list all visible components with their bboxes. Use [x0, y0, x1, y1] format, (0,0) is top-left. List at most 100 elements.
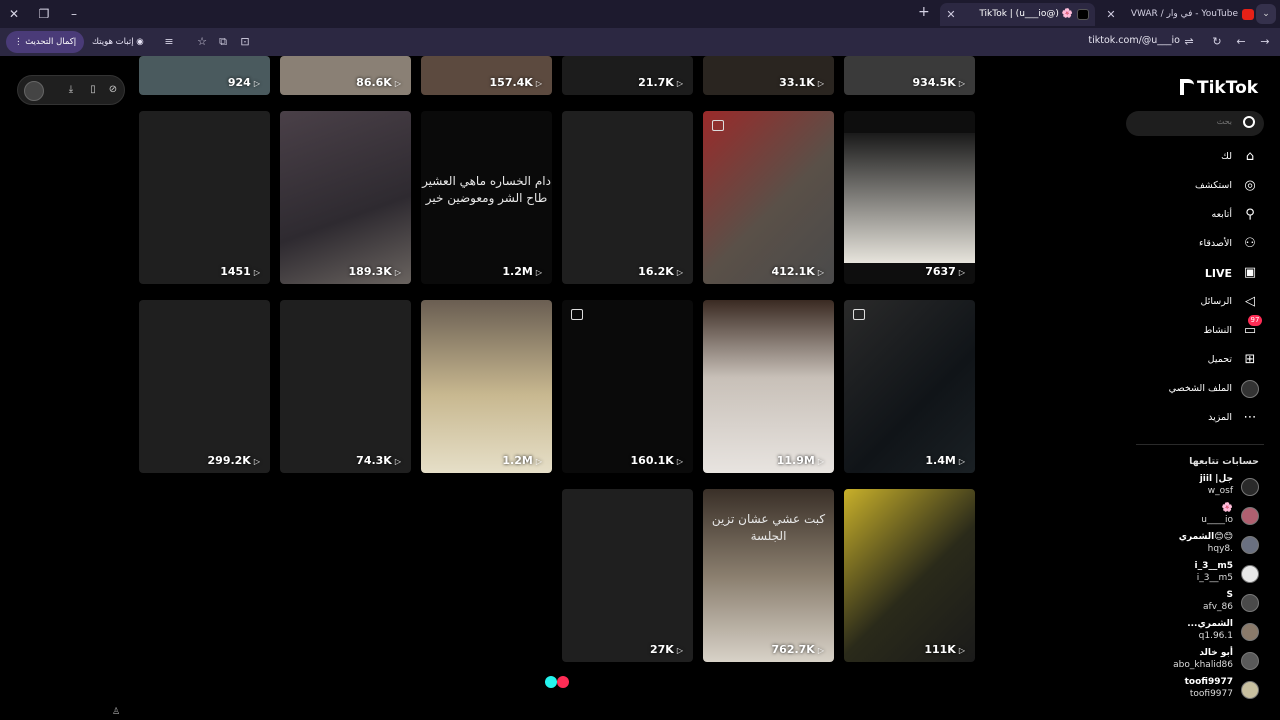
nav-live[interactable]: LIVE ▣: [1140, 262, 1264, 286]
view-count: 7637 ▷: [925, 265, 965, 278]
following-account[interactable]: 🌸 u____io: [1140, 503, 1264, 531]
nav-label: LIVE: [1204, 267, 1232, 280]
loading-spinner: [545, 676, 571, 688]
nav-label: استكشف: [1194, 180, 1232, 191]
play-icon: ▷: [676, 79, 683, 88]
video-tile[interactable]: 111K ▷: [844, 489, 975, 662]
nav-following[interactable]: أتابعه ⚲: [1140, 204, 1264, 228]
youtube-favicon-icon: [1242, 9, 1254, 20]
view-count: 1.4M ▷: [925, 454, 965, 467]
nav-label: الملف الشخصي: [1168, 383, 1232, 394]
video-tile[interactable]: 412.1K ▷: [703, 111, 834, 284]
video-tile[interactable]: 157.4K ▷: [421, 56, 552, 95]
video-caption: دام الخساره ماهي العشير طاح الشر ومعوضين…: [422, 174, 551, 205]
view-count: 1451 ▷: [220, 265, 260, 278]
view-count: 189.3K ▷: [348, 265, 401, 278]
view-count: 27K ▷: [650, 643, 683, 656]
friends-icon: ⚇: [1244, 236, 1256, 251]
following-account[interactable]: الشمري😊😊 hqy8.: [1140, 532, 1264, 560]
reload-icon[interactable]: ↻: [1210, 35, 1224, 49]
phone-icon[interactable]: ▯: [86, 83, 100, 97]
search-icon[interactable]: [1243, 116, 1255, 128]
video-tile[interactable]: 1451 ▷: [139, 111, 270, 284]
tab-tiktok[interactable]: ✕ TikTok | (u___io@) 🌸: [940, 3, 1095, 26]
video-tile[interactable]: 934.5K ▷: [844, 56, 975, 95]
video-tile[interactable]: دام الخساره ماهي العشير طاح الشر ومعوضين…: [421, 111, 552, 284]
nav-profile[interactable]: الملف الشخصي: [1140, 378, 1264, 402]
minimize-window-icon[interactable]: –: [64, 4, 84, 24]
video-tile[interactable]: 1.4M ▷: [844, 300, 975, 473]
accessibility-icon[interactable]: ♙: [112, 707, 120, 717]
view-count: 160.1K ▷: [630, 454, 683, 467]
forward-icon[interactable]: ←: [1234, 35, 1248, 49]
close-window-icon[interactable]: ✕: [4, 4, 24, 24]
following-account[interactable]: أبو خالد abo_khalid86: [1140, 648, 1264, 676]
video-tile[interactable]: 160.1K ▷: [562, 300, 693, 473]
update-button[interactable]: ⋮ إكمال التحديث: [6, 31, 85, 53]
home-icon: ⌂: [1245, 149, 1255, 164]
nav-messages[interactable]: الرسائل ◁: [1140, 291, 1264, 315]
search-input[interactable]: [1142, 117, 1232, 126]
video-tile[interactable]: 1.2M ▷: [421, 300, 552, 473]
following-account[interactable]: jiil |جل w_osf: [1140, 474, 1264, 502]
reading-list-icon[interactable]: ≡: [162, 35, 176, 49]
photo-post-icon: [571, 309, 583, 320]
view-count: 11.9M ▷: [776, 454, 824, 467]
play-icon: ▷: [676, 268, 683, 277]
video-tile[interactable]: 33.1K ▷: [703, 56, 834, 95]
view-count: 33.1K ▷: [779, 76, 824, 89]
verify-label: إثبات هويتك: [92, 37, 134, 47]
toolbar-avatar[interactable]: [24, 81, 44, 101]
play-icon: ▷: [394, 79, 401, 88]
video-tile[interactable]: 189.3K ▷: [280, 111, 411, 284]
nav-for-you[interactable]: لك ⌂: [1140, 146, 1264, 170]
search-box[interactable]: [1126, 111, 1264, 136]
install-app-icon[interactable]: ⊡: [238, 35, 252, 49]
video-tile[interactable]: 21.7K ▷: [562, 56, 693, 95]
account-handle: hqy8.: [1207, 544, 1233, 554]
verify-identity-button[interactable]: إثبات هويتك ◉: [84, 31, 152, 53]
nav-explore[interactable]: استكشف ◎: [1140, 175, 1264, 199]
tiktok-logo[interactable]: TikTok: [1180, 78, 1258, 98]
play-icon: ▷: [676, 457, 683, 466]
video-tile[interactable]: 16.2K ▷: [562, 111, 693, 284]
video-tile[interactable]: 7637 ▷: [844, 111, 975, 284]
video-tile[interactable]: 11.9M ▷: [703, 300, 834, 473]
restore-window-icon[interactable]: ❐: [34, 4, 54, 24]
view-count: 924 ▷: [227, 76, 260, 89]
nav-friends[interactable]: الأصدقاء ⚇: [1140, 233, 1264, 257]
following-account[interactable]: Safv_86: [1140, 590, 1264, 618]
nav-more[interactable]: المزيد ⋯: [1140, 407, 1264, 431]
nav-upload[interactable]: تحميل ⊞: [1140, 349, 1264, 373]
tab-youtube[interactable]: ✕ VWAR / في وار - YouTube: [1100, 3, 1260, 26]
video-tile[interactable]: 27K ▷: [562, 489, 693, 662]
following-account[interactable]: i_3__m5 i_3__m5: [1140, 561, 1264, 589]
account-avatar: [1241, 565, 1259, 583]
back-icon[interactable]: →: [1258, 35, 1272, 49]
download-icon[interactable]: ⤓: [64, 83, 78, 97]
view-count: 934.5K ▷: [912, 76, 965, 89]
tab-close-icon[interactable]: ✕: [944, 3, 958, 26]
video-tile[interactable]: 86.6K ▷: [280, 56, 411, 95]
account-handle: toofi9977: [1189, 689, 1233, 699]
translate-icon[interactable]: ⧉: [216, 35, 230, 49]
following-account[interactable]: toofi9977 toofi9977: [1140, 677, 1264, 705]
compass-icon[interactable]: ⊘: [106, 83, 120, 97]
account-handle: afv_86: [1203, 602, 1233, 612]
view-count: 74.3K ▷: [356, 454, 401, 467]
video-tile[interactable]: 299.2K ▷: [139, 300, 270, 473]
video-tile[interactable]: كبت عشي عشان تزين الجلسة 762.7K ▷: [703, 489, 834, 662]
video-tile[interactable]: 924 ▷: [139, 56, 270, 95]
tab-close-icon[interactable]: ✕: [1104, 3, 1118, 26]
bookmark-star-icon[interactable]: ☆: [195, 35, 209, 49]
new-tab-icon[interactable]: +: [918, 4, 930, 20]
play-icon: ▷: [817, 646, 824, 655]
following-account[interactable]: ...الشمري q1.96.1: [1140, 619, 1264, 647]
nav-activity[interactable]: النشاط ▭ 97: [1140, 315, 1264, 344]
tab-search-icon[interactable]: ⌄: [1256, 4, 1276, 24]
site-settings-icon[interactable]: ⇌: [1182, 35, 1196, 49]
following-accounts-title: حسابات تتابعها: [1189, 456, 1259, 467]
address-bar[interactable]: tiktok.com/@u___io: [1080, 35, 1180, 46]
menu-dots-icon: ⋮: [14, 37, 26, 47]
video-tile[interactable]: 74.3K ▷: [280, 300, 411, 473]
